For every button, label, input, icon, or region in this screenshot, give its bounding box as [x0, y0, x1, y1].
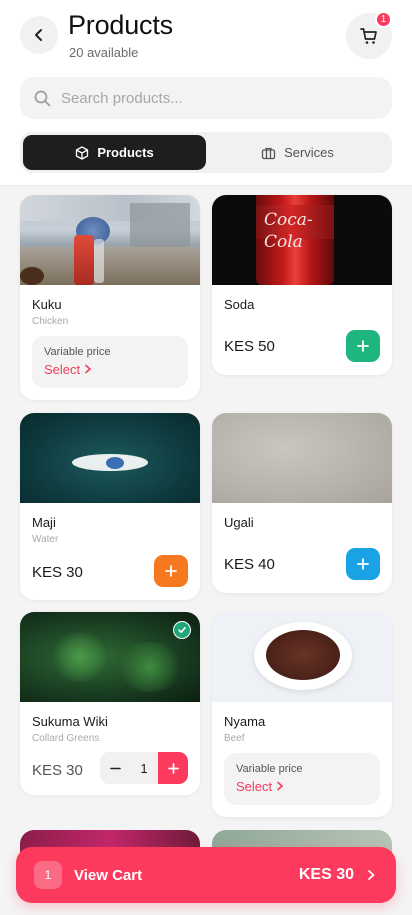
ugali-image: [212, 413, 392, 503]
briefcase-icon: [261, 147, 276, 159]
product-name: Ugali: [224, 515, 254, 530]
in-cart-check-badge: [173, 621, 191, 639]
cart-item-count: 1: [34, 861, 62, 889]
product-category: Water: [32, 534, 59, 545]
product-price: KES 50: [224, 338, 275, 355]
variable-price-label: Variable price: [44, 346, 111, 358]
minus-icon: [109, 767, 121, 769]
box-icon: [76, 145, 89, 160]
select-price-link[interactable]: Select: [44, 362, 176, 377]
product-card-maji[interactable]: Maji Water KES 30: [20, 413, 200, 600]
quantity-value: 1: [140, 760, 148, 776]
chevron-right-icon: [276, 781, 283, 791]
tab-services-label: Services: [284, 145, 334, 160]
tab-services[interactable]: Services: [206, 135, 389, 170]
product-category: Chicken: [32, 316, 69, 327]
back-button[interactable]: [20, 16, 58, 54]
chevron-right-icon: [368, 870, 375, 880]
cart-count-badge: 1: [375, 11, 392, 28]
quantity-stepper: 1: [100, 752, 188, 784]
plus-icon: [357, 558, 369, 570]
add-to-cart-button[interactable]: [346, 330, 380, 362]
view-cart-button[interactable]: 1 View Cart KES 30: [16, 847, 396, 903]
view-cart-label: View Cart: [74, 866, 143, 884]
product-name: Soda: [224, 297, 255, 312]
decrease-quantity-button[interactable]: [100, 752, 130, 784]
product-card-kuku[interactable]: Kuku Chicken Variable price Select: [20, 195, 200, 400]
check-icon: [178, 627, 186, 633]
product-card-ugali[interactable]: Ugali KES 40: [212, 413, 392, 593]
product-category: Collard Greens: [32, 733, 100, 744]
variable-price-box[interactable]: Variable price Select: [32, 336, 188, 388]
maji-image: [20, 413, 200, 503]
search-input[interactable]: [61, 89, 361, 107]
product-name: Maji: [32, 515, 56, 530]
page-title: Products: [68, 10, 173, 40]
product-card-soda[interactable]: Coca-Cola Soda KES 50: [212, 195, 392, 375]
kuku-image: [20, 195, 200, 285]
product-price: KES 30: [32, 762, 83, 779]
cart-total: KES 30: [298, 866, 354, 883]
product-card-nyama[interactable]: Nyama Beef Variable price Select: [212, 612, 392, 817]
plus-icon: [167, 762, 179, 774]
product-price: KES 40: [224, 556, 275, 573]
increase-quantity-button[interactable]: [158, 752, 188, 784]
variable-price-box[interactable]: Variable price Select: [224, 753, 380, 805]
category-toggle: Products Services: [20, 132, 392, 173]
select-price-link[interactable]: Select: [236, 779, 368, 794]
nyama-image: [212, 612, 392, 702]
product-name: Nyama: [224, 714, 266, 729]
search-icon: [34, 90, 51, 106]
product-name: Sukuma Wiki: [32, 714, 108, 729]
add-to-cart-button[interactable]: [154, 555, 188, 587]
tab-products[interactable]: Products: [23, 135, 206, 170]
tab-products-label: Products: [97, 145, 154, 160]
select-label: Select: [236, 779, 273, 794]
chevron-left-icon: [35, 29, 42, 41]
plus-icon: [357, 340, 369, 352]
soda-image: Coca-Cola: [212, 195, 392, 285]
chevron-right-icon: [84, 364, 91, 374]
product-name: Kuku: [32, 297, 62, 312]
add-to-cart-button[interactable]: [346, 548, 380, 580]
product-category: Beef: [224, 733, 245, 744]
plus-icon: [165, 565, 177, 577]
select-label: Select: [44, 362, 81, 377]
variable-price-label: Variable price: [236, 763, 303, 775]
available-count: 20 available: [69, 45, 139, 60]
search-bar[interactable]: [20, 77, 392, 119]
header: Products 20 available 1 Products Service…: [0, 0, 412, 186]
product-price: KES 30: [32, 564, 83, 581]
product-card-sukuma-wiki[interactable]: Sukuma Wiki Collard Greens KES 30 1: [20, 612, 200, 795]
cart-icon: [360, 28, 377, 44]
